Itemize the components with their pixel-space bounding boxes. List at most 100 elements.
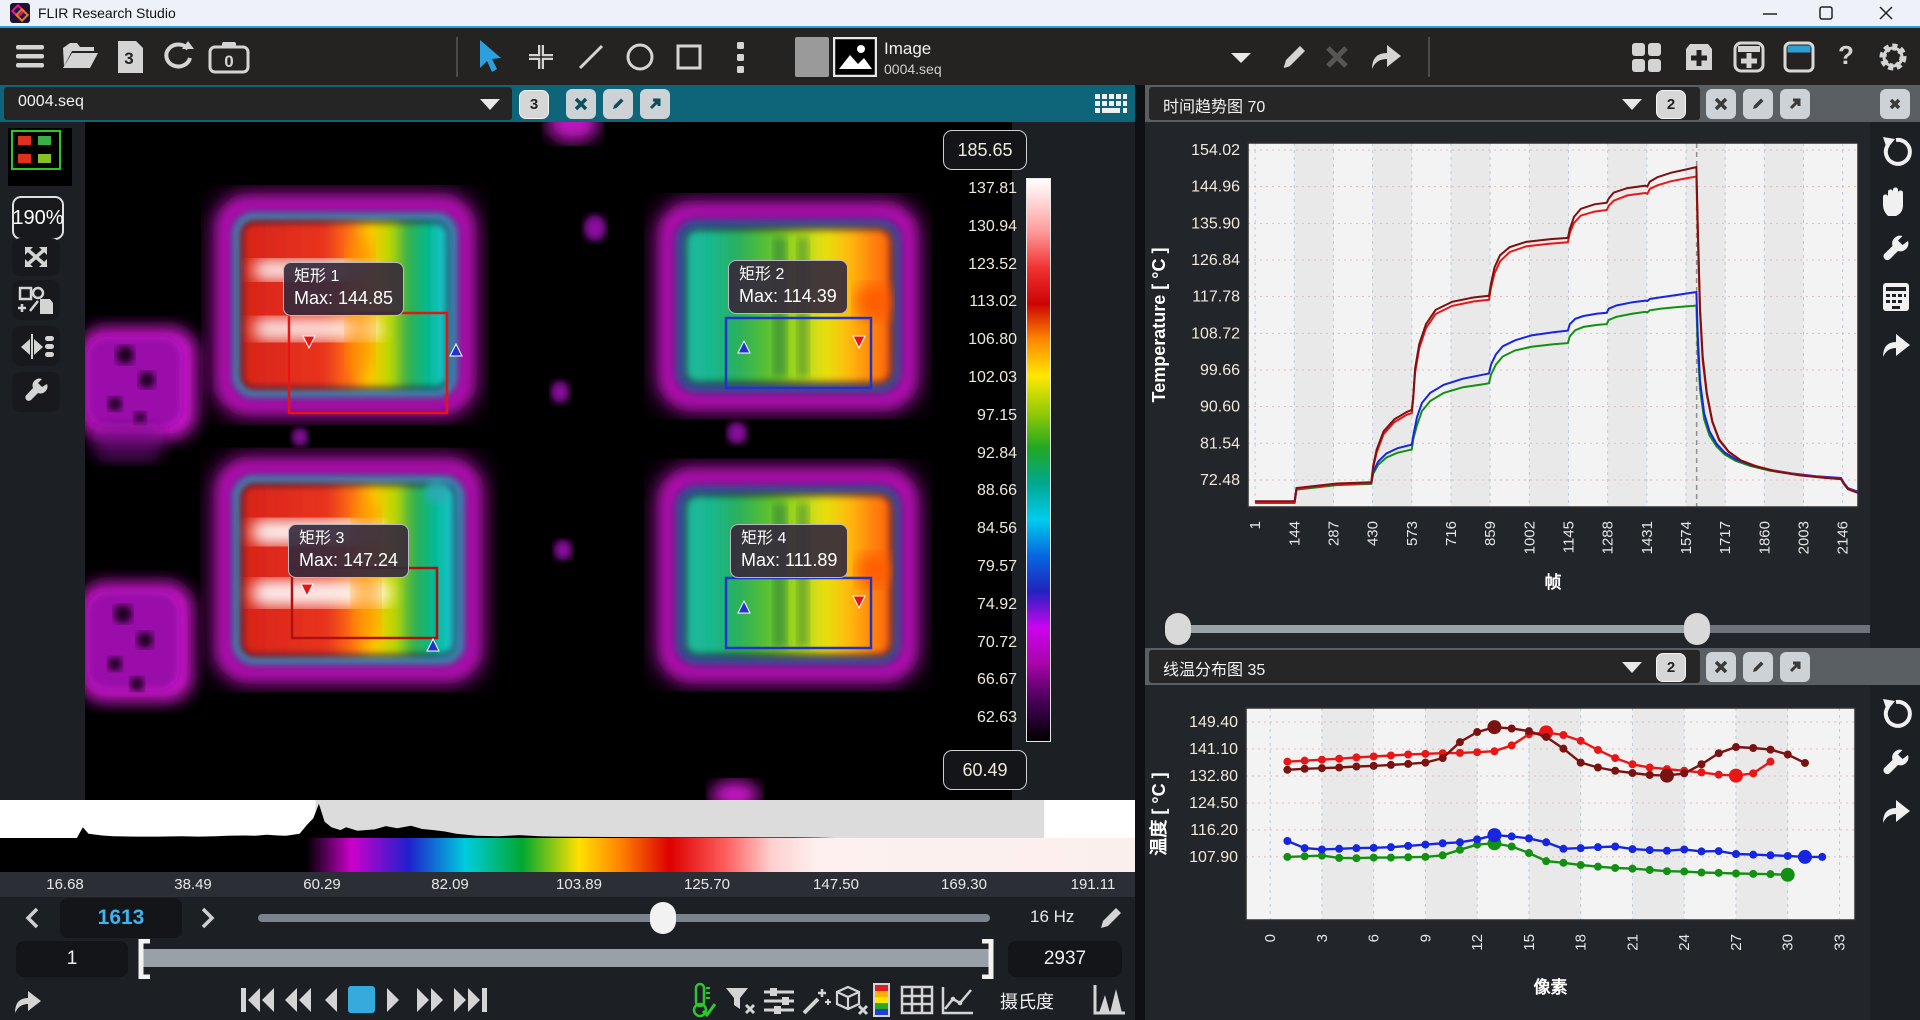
scale-tick: 102.03: [968, 369, 1017, 387]
range-slider-track[interactable]: [140, 949, 990, 967]
profile-panel-popout-button[interactable]: [1780, 652, 1810, 682]
trend-panel-close-button[interactable]: [1706, 89, 1736, 119]
line-tool-icon[interactable]: [576, 42, 606, 72]
scale-gradient-bar[interactable]: [1026, 178, 1051, 742]
add-view-icon[interactable]: [1682, 40, 1716, 74]
help-icon[interactable]: ?: [1838, 40, 1854, 71]
trend-remove-view-button[interactable]: [1880, 89, 1910, 119]
svg-text:温度 [ °C ]: 温度 [ °C ]: [1148, 772, 1169, 855]
trend-panel-edit-button[interactable]: [1743, 89, 1773, 119]
trend-slider-handle-right[interactable]: [1684, 613, 1710, 645]
image-panel-close-button[interactable]: [566, 89, 596, 119]
profile-panel-dropdown-icon[interactable]: [1620, 659, 1644, 675]
minimize-button[interactable]: [1758, 6, 1782, 20]
mirror-layout-button[interactable]: [12, 326, 60, 366]
zoom-level-button[interactable]: 190%: [12, 196, 64, 240]
profile-panel-badge: 2: [1656, 653, 1686, 682]
frame-slider-track[interactable]: [258, 914, 990, 922]
rectangle-tool-icon[interactable]: [674, 42, 704, 72]
trend-calculator-icon[interactable]: [1880, 281, 1912, 315]
profile-chart-svg[interactable]: 149.40141.10132.80124.50116.20107.900369…: [1145, 685, 1870, 1020]
profile-settings-wrench-icon[interactable]: [1879, 747, 1913, 781]
image-settings-wrench-button[interactable]: [12, 372, 60, 412]
image-thumb-icon[interactable]: [833, 37, 877, 77]
palette-icon[interactable]: [872, 983, 892, 1019]
menu-icon[interactable]: [14, 42, 50, 72]
export-source-icon[interactable]: [1368, 39, 1406, 75]
copy-measurements-button[interactable]: [12, 280, 60, 320]
table-icon[interactable]: [900, 985, 936, 1017]
trend-export-icon[interactable]: [1879, 329, 1915, 361]
next-frame-button[interactable]: [196, 905, 218, 931]
camera-snapshot-icon[interactable]: 0: [208, 40, 252, 74]
span-gradient-bar[interactable]: [0, 838, 1135, 872]
trend-chart-svg[interactable]: 154.02144.96135.90126.84117.78108.7299.6…: [1145, 122, 1870, 610]
fast-forward-button[interactable]: [412, 985, 448, 1015]
spot-tool-icon[interactable]: [526, 42, 556, 72]
frame-rate-edit-icon[interactable]: [1096, 903, 1126, 933]
trend-slider-handle-left[interactable]: [1165, 613, 1191, 645]
range-end-handle[interactable]: [978, 939, 996, 979]
scale-max-box[interactable]: 185.65: [943, 130, 1027, 170]
trend-reset-icon[interactable]: [1879, 135, 1913, 169]
ellipse-tool-icon[interactable]: [624, 42, 656, 72]
play-button[interactable]: [382, 985, 406, 1015]
active-window-icon[interactable]: [1782, 40, 1816, 74]
document-count-icon[interactable]: 3: [114, 39, 148, 76]
skip-start-button[interactable]: [238, 985, 278, 1015]
svg-text:132.80: 132.80: [1189, 768, 1238, 785]
close-button[interactable]: [1874, 4, 1898, 22]
navigator-thumbnail[interactable]: [8, 128, 72, 186]
range-start-box[interactable]: 1: [16, 941, 128, 977]
trend-pan-hand-icon[interactable]: [1879, 183, 1913, 219]
profile-export-icon[interactable]: [1879, 795, 1915, 827]
trend-slider-active-track[interactable]: [1178, 625, 1697, 633]
image-panel-popout-button[interactable]: [640, 89, 670, 119]
image-panel-dropdown-icon[interactable]: [478, 96, 502, 112]
trend-panel-dropdown-icon[interactable]: [1620, 96, 1644, 112]
trend-panel-popout-button[interactable]: [1780, 89, 1810, 119]
export-frame-icon[interactable]: [12, 985, 48, 1017]
histogram[interactable]: [0, 800, 1135, 838]
unit-label[interactable]: 摄氏度: [1000, 988, 1054, 1014]
remove-3d-icon[interactable]: [834, 984, 870, 1018]
step-back-button[interactable]: [318, 985, 342, 1015]
panel-divider[interactable]: [1135, 85, 1145, 1020]
histogram-chart-icon[interactable]: [1092, 983, 1128, 1017]
filter-remove-icon[interactable]: [724, 985, 758, 1017]
skip-end-button[interactable]: [450, 985, 490, 1015]
scale-min-box[interactable]: 60.49: [943, 750, 1027, 790]
adjustments-icon[interactable]: [762, 986, 796, 1016]
close-source-icon[interactable]: [1322, 43, 1352, 71]
trend-settings-wrench-icon[interactable]: [1879, 233, 1913, 267]
frame-slider-thumb[interactable]: [650, 902, 676, 934]
current-frame-box[interactable]: 1613: [60, 898, 182, 938]
refresh-icon[interactable]: [158, 39, 198, 76]
thermometer-check-icon[interactable]: [688, 982, 716, 1018]
open-file-icon[interactable]: [60, 40, 102, 74]
select-tool-icon[interactable]: [474, 38, 504, 76]
svg-text:116.20: 116.20: [1190, 822, 1238, 839]
maximize-button[interactable]: [1814, 4, 1838, 22]
trend-chart-icon[interactable]: [940, 985, 976, 1017]
layout-grid-icon[interactable]: [1630, 41, 1664, 73]
prev-frame-button[interactable]: [22, 905, 44, 931]
add-window-icon[interactable]: [1732, 40, 1766, 74]
thermal-canvas[interactable]: [85, 122, 1012, 800]
rewind-button[interactable]: [280, 985, 316, 1015]
keyboard-icon[interactable]: [1094, 93, 1128, 115]
profile-panel-edit-button[interactable]: [1743, 652, 1773, 682]
image-panel-edit-button[interactable]: [603, 89, 633, 119]
magic-wand-icon[interactable]: [800, 985, 832, 1017]
layer-thumb[interactable]: [795, 37, 829, 77]
fit-to-window-button[interactable]: [12, 238, 60, 276]
profile-reset-icon[interactable]: [1879, 697, 1913, 731]
stop-button[interactable]: [348, 986, 375, 1013]
selector-dropdown-icon[interactable]: [1228, 48, 1254, 66]
settings-gear-icon[interactable]: [1876, 40, 1910, 74]
more-tools-icon[interactable]: [732, 40, 748, 76]
profile-panel-close-button[interactable]: [1706, 652, 1736, 682]
range-start-handle[interactable]: [136, 939, 154, 979]
edit-source-icon[interactable]: [1278, 41, 1310, 73]
range-end-box[interactable]: 2937: [1008, 941, 1122, 977]
